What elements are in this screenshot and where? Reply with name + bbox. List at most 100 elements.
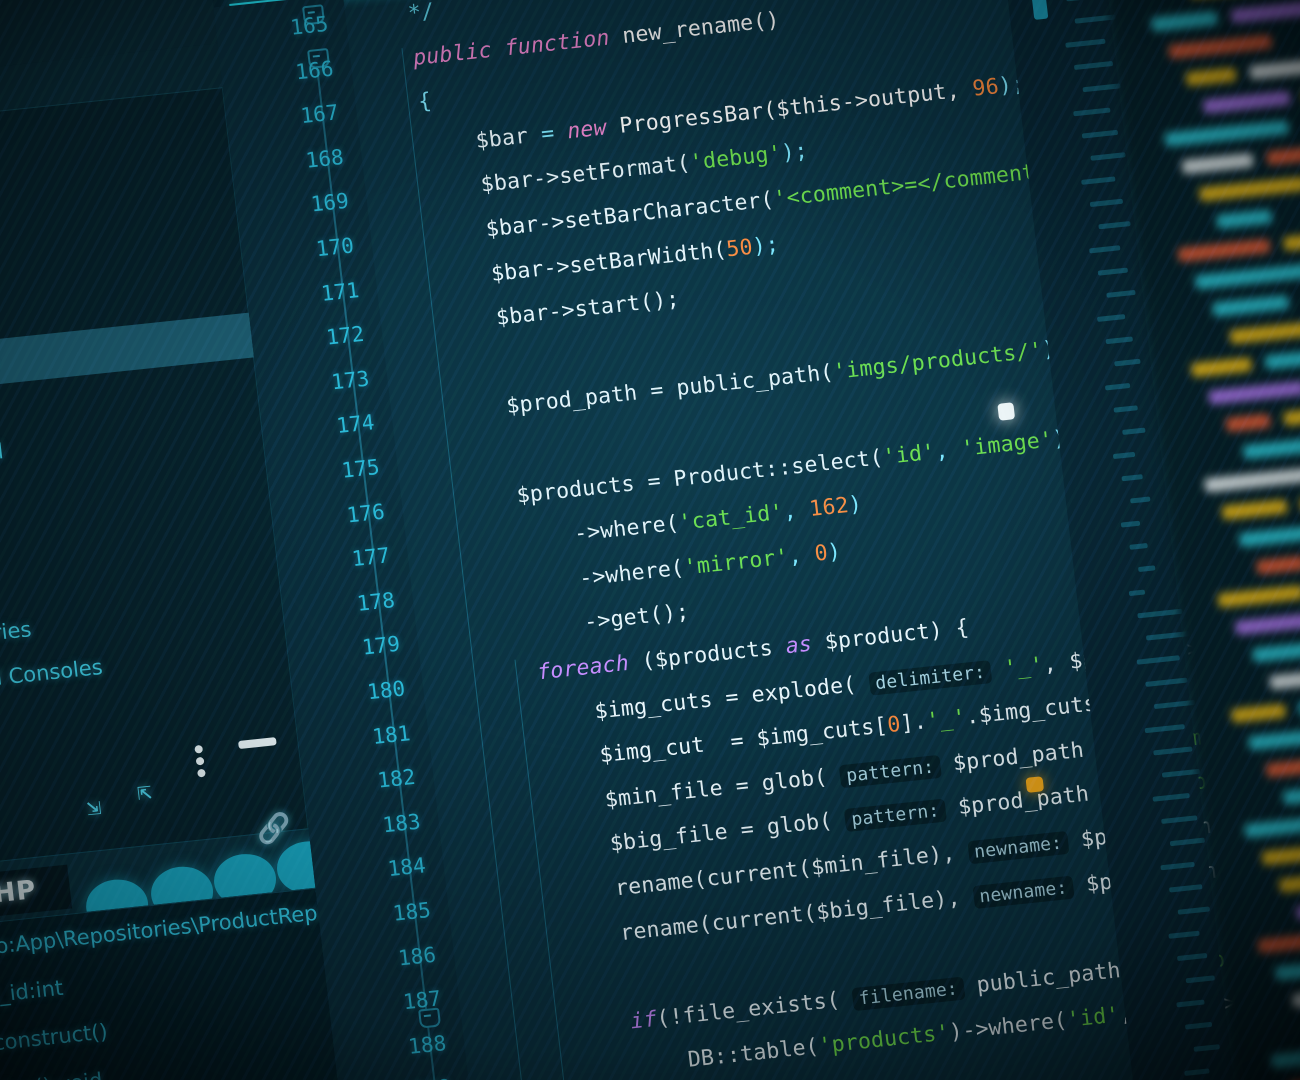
monitor-photo: r-photo /Volumes/Disc/Code/cod gnoreecti… (0, 0, 1300, 1080)
minimap-tick (1073, 107, 1111, 117)
minimap-tick (1145, 677, 1188, 687)
minimap-tick (1081, 129, 1119, 139)
blurred-code-token (1278, 869, 1300, 893)
code-token: ProgressBar($this->output, (605, 76, 975, 140)
link-icon[interactable]: 🔗 (254, 810, 292, 846)
language-chip-php[interactable]: PHP (0, 864, 73, 922)
blurred-code-token (1265, 750, 1300, 778)
code-line[interactable]: $bar->start(); (390, 286, 681, 342)
line-number: 176 (345, 499, 386, 528)
code-token: $bar->start(); (390, 286, 681, 342)
line-number: 177 (350, 543, 392, 572)
expand-icon[interactable]: ⇲ (85, 792, 103, 821)
blurred-code-token (1212, 294, 1290, 317)
blurred-code-token (1252, 641, 1300, 663)
code-token: pattern: (839, 754, 942, 789)
minimap-tick (1082, 83, 1121, 93)
code-line[interactable]: */ (354, 0, 436, 32)
blurred-code-token (1168, 34, 1273, 59)
structure-item-label: index():void (0, 1068, 104, 1080)
minimap-tick (1089, 245, 1121, 254)
minimap-tick (1073, 60, 1114, 71)
line-number: 185 (391, 897, 433, 926)
code-token: $product) { (810, 615, 971, 657)
collapse-icon[interactable]: ⇱ (136, 776, 154, 805)
minimap-tick (1137, 565, 1156, 573)
code-line[interactable]: { (365, 89, 433, 121)
line-number: 168 (304, 144, 345, 173)
blurred-code-token (1185, 67, 1237, 87)
line-number: 172 (324, 321, 366, 350)
minimap-tick (1090, 152, 1126, 161)
minimap-tick (1065, 38, 1106, 48)
code-token: 'image' (959, 426, 1055, 462)
minimap-tick (1106, 289, 1136, 298)
code-line[interactable]: $prod_path = public_path('imgs/products/… (401, 336, 1070, 431)
minimap-tick (1081, 176, 1116, 185)
minimap-tick (1112, 451, 1136, 460)
blurred-code-token (1242, 436, 1300, 460)
line-number: 170 (314, 233, 356, 262)
minimap-tick (1184, 1021, 1213, 1030)
minimap-tick (1161, 768, 1201, 778)
line-number: 188 (406, 1030, 448, 1059)
code-token: '_' (925, 705, 968, 735)
blurred-code-token (1181, 152, 1254, 175)
line-number: 175 (340, 454, 381, 483)
minimap-tick (1096, 314, 1126, 322)
line-number: 165 (289, 11, 330, 40)
blurred-code-token (1150, 10, 1219, 32)
code-token: '<comment>=</comment>' (772, 157, 1063, 213)
code-token: 162 (808, 493, 851, 523)
code-token: '_' (1002, 652, 1045, 682)
line-number: 182 (376, 765, 417, 793)
blurred-code-token (1216, 209, 1273, 229)
line-number: 180 (365, 676, 407, 705)
blurred-code-token (1164, 120, 1290, 147)
blurred-code-token (1269, 664, 1300, 690)
code-token: $bar (369, 121, 543, 165)
structure-list[interactable]: repo:App\Repositories\ProductRepo cat_id:… (0, 889, 343, 1080)
blurred-code-token (1288, 1073, 1300, 1080)
code-token: if (629, 1006, 659, 1035)
code-token: ($products (627, 634, 788, 676)
blurred-code-token (1283, 231, 1300, 252)
line-number: 184 (386, 853, 427, 882)
blurred-code-token (1296, 901, 1300, 921)
minimap-tick (1098, 221, 1131, 230)
caret-marker (997, 402, 1016, 421)
line-number: 181 (371, 720, 412, 749)
minimap-tick (1130, 496, 1151, 504)
minimap-tick (1121, 474, 1143, 482)
minimap-tick (1089, 198, 1124, 208)
blurred-code-token (1261, 845, 1300, 866)
code-token: new (565, 115, 608, 145)
blurred-code-token (1190, 357, 1253, 378)
minimap-tick (1161, 815, 1198, 824)
blurred-code-token (1264, 343, 1300, 370)
minimap-tick (1153, 746, 1193, 756)
minimap-tick (1168, 930, 1200, 939)
line-number: 183 (381, 809, 422, 838)
minimap-tick (1169, 837, 1206, 847)
code-token: (!file_exists( (655, 986, 855, 1032)
blurred-code-token (1248, 726, 1300, 751)
blurred-code-token (1229, 318, 1300, 345)
blurred-code-token (1234, 608, 1300, 636)
code-token: public function (411, 25, 611, 71)
code-token: as (784, 631, 814, 660)
minimap-tick (1136, 655, 1180, 665)
minimap-tick (1105, 336, 1134, 345)
line-number: 167 (299, 100, 340, 129)
minimap-tick (1176, 999, 1205, 1008)
minimap-tick (1122, 427, 1146, 435)
blurred-code-token (1292, 987, 1300, 1009)
scrollbar-thumb[interactable] (1027, 0, 1049, 20)
blurred-code-token (1282, 783, 1300, 806)
minimap-tick (1114, 358, 1141, 367)
blurred-code-token (1198, 176, 1300, 202)
blurred-code-token (1230, 0, 1300, 24)
code-token: new_rename() (607, 7, 781, 50)
blurred-code-token (1249, 54, 1300, 80)
minimap-tick (1184, 1068, 1210, 1076)
